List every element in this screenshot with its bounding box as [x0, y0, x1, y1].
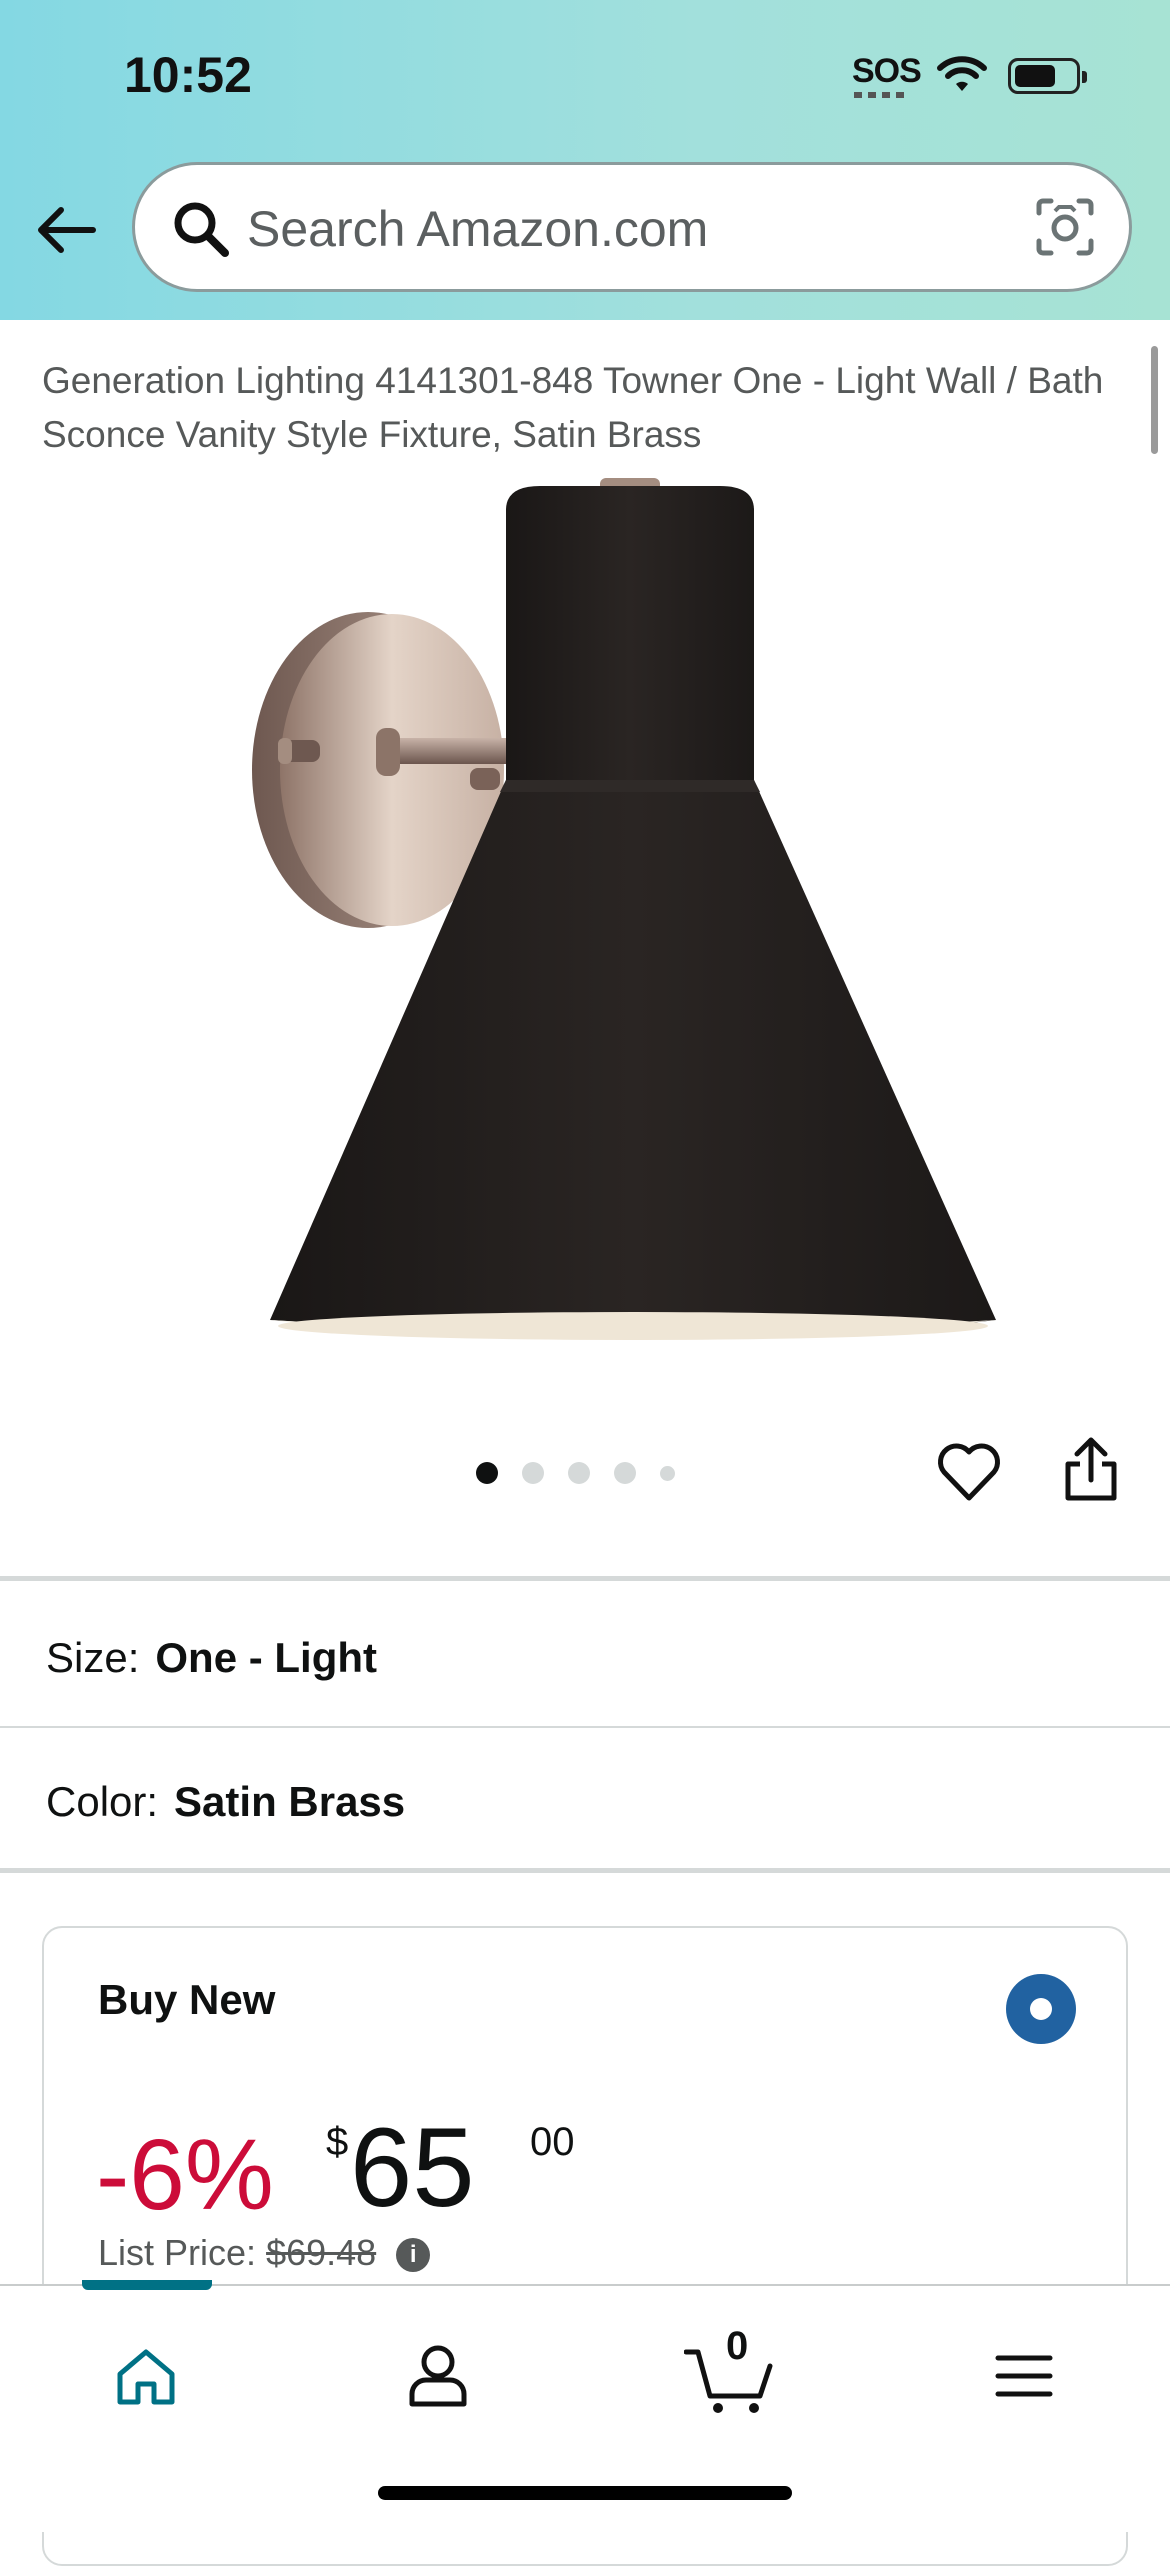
- share-icon: [1065, 1437, 1117, 1501]
- pagination-dot[interactable]: [476, 1462, 498, 1484]
- row-divider: [0, 1726, 1170, 1728]
- cart-count: 0: [726, 2324, 749, 2368]
- nav-menu[interactable]: [974, 2326, 1074, 2426]
- home-indicator[interactable]: [378, 2486, 792, 2500]
- buy-new-title: Buy New: [98, 1976, 276, 2023]
- app-header: 10:52 SOS: [0, 0, 1170, 320]
- product-image[interactable]: [160, 470, 1010, 1350]
- list-price: List Price: $69.48 i: [98, 2232, 431, 2274]
- add-to-list-button[interactable]: [936, 1442, 1002, 1507]
- active-tab-indicator: [82, 2280, 212, 2290]
- back-arrow-icon: [38, 207, 96, 253]
- account-icon: [409, 2345, 467, 2407]
- discount-percent: -6%: [96, 2119, 274, 2231]
- pagination-dot[interactable]: [614, 1462, 636, 1484]
- home-icon: [117, 2349, 175, 2405]
- price-currency: $: [326, 2120, 349, 2164]
- info-icon[interactable]: i: [396, 2238, 431, 2273]
- pagination-dot[interactable]: [660, 1465, 675, 1481]
- size-value: One - Light: [155, 1634, 378, 1681]
- size-option[interactable]: Size: One - Light: [46, 1634, 377, 1682]
- image-pagination[interactable]: [476, 1462, 675, 1484]
- nav-home[interactable]: [96, 2326, 196, 2426]
- price-whole: 65: [350, 2105, 475, 2230]
- camera-icon[interactable]: [1035, 197, 1095, 257]
- pagination-dot[interactable]: [568, 1462, 590, 1484]
- size-label: Size:: [46, 1634, 140, 1681]
- wifi-icon: [936, 54, 988, 99]
- nav-cart[interactable]: 0: [680, 2324, 780, 2426]
- section-divider: [0, 1576, 1170, 1581]
- search-input[interactable]: [245, 195, 1009, 263]
- sos-indicator: SOS: [852, 52, 922, 90]
- battery-icon: [1008, 58, 1087, 94]
- pagination-dot[interactable]: [522, 1462, 544, 1484]
- heart-icon: [938, 1443, 1000, 1501]
- search-icon: [174, 202, 229, 257]
- nav-account[interactable]: [388, 2326, 488, 2426]
- price-fraction: 00: [530, 2120, 575, 2164]
- color-option[interactable]: Color: Satin Brass: [46, 1778, 405, 1826]
- buy-new-radio[interactable]: [1006, 1974, 1076, 2044]
- menu-icon: [995, 2355, 1053, 2397]
- color-label: Color:: [46, 1778, 159, 1825]
- color-value: Satin Brass: [174, 1778, 406, 1825]
- back-button[interactable]: [30, 194, 102, 266]
- scrollbar[interactable]: [1151, 346, 1158, 454]
- signal-dots-icon: [854, 92, 910, 98]
- search-bar[interactable]: [132, 162, 1132, 292]
- share-button[interactable]: [1062, 1436, 1120, 1507]
- product-title[interactable]: Generation Lighting 4141301-848 Towner O…: [42, 354, 1122, 462]
- status-time: 10:52: [124, 47, 252, 103]
- list-price-label: List Price:: [98, 2232, 257, 2273]
- list-price-value: $69.48: [266, 2232, 377, 2273]
- section-divider: [0, 1868, 1170, 1873]
